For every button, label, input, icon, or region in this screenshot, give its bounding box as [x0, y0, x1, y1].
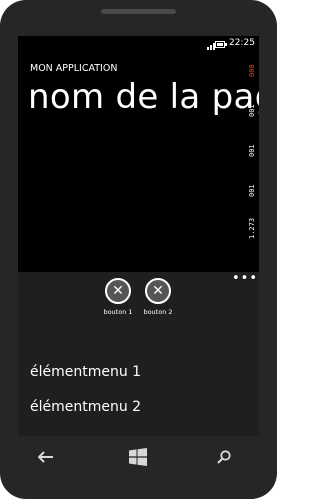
phone-frame: 22:25 MON APPLICATION nom de la page 000…	[0, 0, 277, 499]
appbar-button-2[interactable]: ✕ bouton 2	[140, 278, 176, 316]
application-bar: ••• ✕ bouton 1 ✕ bouton 2 élémentmenu 1 …	[18, 271, 259, 436]
counter-value: 001	[248, 104, 256, 118]
status-bar: 22:25	[18, 36, 259, 54]
cancel-icon: ✕	[105, 278, 131, 304]
counter-value: 001	[248, 184, 256, 198]
back-arrow-icon[interactable]	[36, 447, 56, 467]
page-title: nom de la page	[28, 77, 259, 117]
more-options-button[interactable]: •••	[232, 271, 258, 286]
windows-logo-icon[interactable]	[128, 447, 148, 467]
battery-icon	[215, 41, 227, 48]
counter-value: 001	[248, 144, 256, 158]
appbar-button-label: bouton 1	[103, 308, 133, 316]
menu-item-1[interactable]: élémentmenu 1	[30, 364, 141, 380]
menu-item-2[interactable]: élémentmenu 2	[30, 399, 141, 415]
search-icon[interactable]	[214, 447, 234, 467]
frame-rate-counters: 000 001 001 001 1.273	[245, 54, 259, 244]
app-title: MON APPLICATION	[30, 63, 118, 74]
phone-screen: 22:25 MON APPLICATION nom de la page 000…	[18, 36, 259, 436]
speaker-grille	[101, 9, 176, 14]
counter-value: 000	[248, 64, 256, 78]
appbar-button-label: bouton 2	[143, 308, 173, 316]
status-time: 22:25	[229, 38, 255, 48]
cancel-icon: ✕	[145, 278, 171, 304]
counter-value: 1.273	[248, 217, 256, 239]
appbar-button-1[interactable]: ✕ bouton 1	[100, 278, 136, 316]
